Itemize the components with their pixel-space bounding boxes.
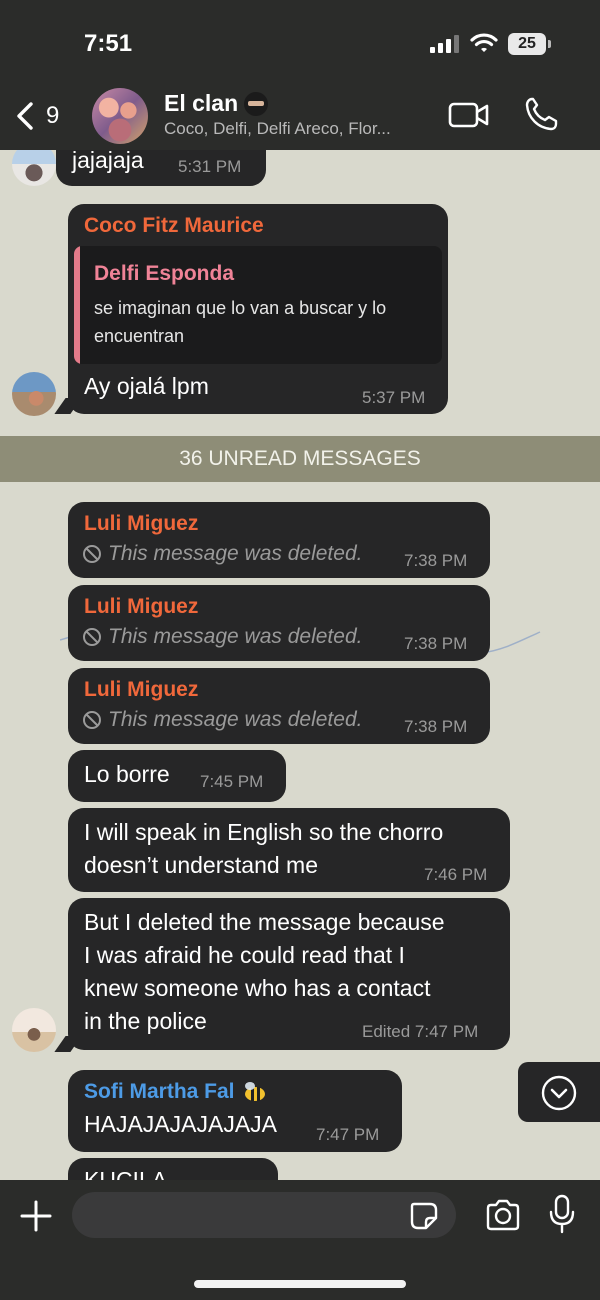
message-bubble-deleted[interactable]: Luli Miguez This message was deleted. 7:… <box>68 502 490 578</box>
message-time: 5:37 PM <box>362 388 426 407</box>
camera-icon[interactable] <box>484 1198 522 1232</box>
message-list[interactable]: jajajaja 5:31 PM Coco Fitz Maurice Delfi… <box>0 150 600 1180</box>
message-bubble[interactable]: jajajaja 5:31 PM <box>56 150 266 186</box>
unread-messages-banner: 36 UNREAD MESSAGES <box>0 436 600 482</box>
quoted-message[interactable]: Delfi Esponda se imaginan que lo van a b… <box>74 246 442 364</box>
ninja-emoji-icon <box>244 91 269 116</box>
message-text-line: I will speak in English so the chorro <box>84 819 444 845</box>
message-text-line: But I deleted the message because <box>84 909 445 935</box>
group-avatar[interactable] <box>92 88 148 144</box>
message-bubble[interactable]: Lo borre 7:45 PM <box>68 750 286 802</box>
wifi-icon <box>470 33 498 52</box>
chevron-left-icon <box>17 102 33 130</box>
message-text: jajajaja <box>72 150 144 173</box>
message-time: 7:46 PM <box>424 865 488 884</box>
message-time: 5:31 PM <box>178 157 242 176</box>
message-sender: Sofi Martha Fal <box>84 1080 235 1103</box>
message-time: 7:38 PM <box>404 717 468 736</box>
message-text-line: I was afraid he could read that I <box>84 942 405 968</box>
deleted-text: This message was deleted. <box>108 625 363 648</box>
message-sender: Luli Miguez <box>84 595 199 618</box>
ban-icon <box>83 628 101 646</box>
quote-bar <box>74 246 80 364</box>
message-time: 7:38 PM <box>404 634 468 653</box>
message-bubble-deleted[interactable]: Luli Miguez This message was deleted. 7:… <box>68 585 490 661</box>
message-text: Lo borre <box>84 761 170 787</box>
home-indicator <box>194 1280 406 1288</box>
message-text: Ay ojalá lpm <box>84 373 209 399</box>
sticker-icon[interactable] <box>408 1200 440 1232</box>
avatar[interactable] <box>12 1008 56 1052</box>
phone-call-icon[interactable] <box>524 96 558 132</box>
microphone-icon[interactable] <box>548 1194 576 1234</box>
avatar[interactable] <box>12 150 56 186</box>
ban-icon <box>83 545 101 563</box>
battery-indicator: 25 <box>508 33 551 55</box>
message-time: 7:47 PM <box>316 1125 380 1144</box>
deleted-text: This message was deleted. <box>108 708 363 731</box>
message-input[interactable] <box>72 1192 456 1238</box>
video-call-icon[interactable] <box>448 100 490 130</box>
group-title-row[interactable]: El clan <box>164 90 269 117</box>
deleted-message: This message was deleted. <box>82 625 362 649</box>
message-bubble[interactable]: Coco Fitz Maurice Delfi Esponda se imagi… <box>68 204 448 414</box>
cellular-signal-icon <box>430 35 462 53</box>
message-time: 7:45 PM <box>200 772 264 791</box>
bee-emoji-icon <box>244 1082 265 1101</box>
message-time: 7:38 PM <box>404 551 468 570</box>
group-members[interactable]: Coco, Delfi, Delfi Areco, Flor... <box>164 119 391 139</box>
ban-icon <box>83 711 101 729</box>
back-button[interactable]: 9 <box>12 98 59 134</box>
plus-icon[interactable] <box>18 1198 54 1234</box>
message-sender-row: Sofi Martha Fal <box>84 1080 267 1104</box>
deleted-text: This message was deleted. <box>108 542 363 565</box>
group-title: El clan <box>164 90 239 116</box>
deleted-message: This message was deleted. <box>82 542 362 566</box>
message-text-line: knew someone who has a contact <box>84 975 431 1001</box>
deleted-message: This message was deleted. <box>82 708 362 732</box>
message-sender: Luli Miguez <box>84 512 199 535</box>
message-text-line: in the police <box>84 1008 207 1034</box>
scroll-to-bottom-button[interactable] <box>518 1062 600 1122</box>
message-time: Edited 7:47 PM <box>362 1022 479 1041</box>
message-bubble[interactable]: I will speak in English so the chorro do… <box>68 808 510 892</box>
unread-chats-count: 9 <box>46 102 60 129</box>
composer-bar <box>0 1180 600 1300</box>
message-bubble-deleted[interactable]: Luli Miguez This message was deleted. 7:… <box>68 668 490 744</box>
message-bubble[interactable]: But I deleted the message because I was … <box>68 898 510 1050</box>
message-text-line: doesn’t understand me <box>84 852 318 878</box>
message-bubble[interactable]: KUCILA <box>68 1158 278 1180</box>
message-bubble[interactable]: Sofi Martha Fal HAJAJAJAJAJAJA 7:47 PM <box>68 1070 402 1152</box>
status-time: 7:51 <box>84 30 133 57</box>
chat-header: 7:51 25 9 El clan Coco, Delfi, Delfi Are… <box>0 0 600 150</box>
message-sender: Coco Fitz Maurice <box>84 214 264 237</box>
message-sender: Luli Miguez <box>84 678 199 701</box>
message-text: KUCILA <box>84 1167 168 1180</box>
chevron-down-circle-icon <box>541 1075 577 1111</box>
quoted-sender: Delfi Esponda <box>94 262 235 285</box>
message-text: HAJAJAJAJAJAJA <box>84 1111 277 1137</box>
quoted-text: se imaginan que lo van a buscar y lo enc… <box>94 298 387 346</box>
avatar[interactable] <box>12 372 56 416</box>
